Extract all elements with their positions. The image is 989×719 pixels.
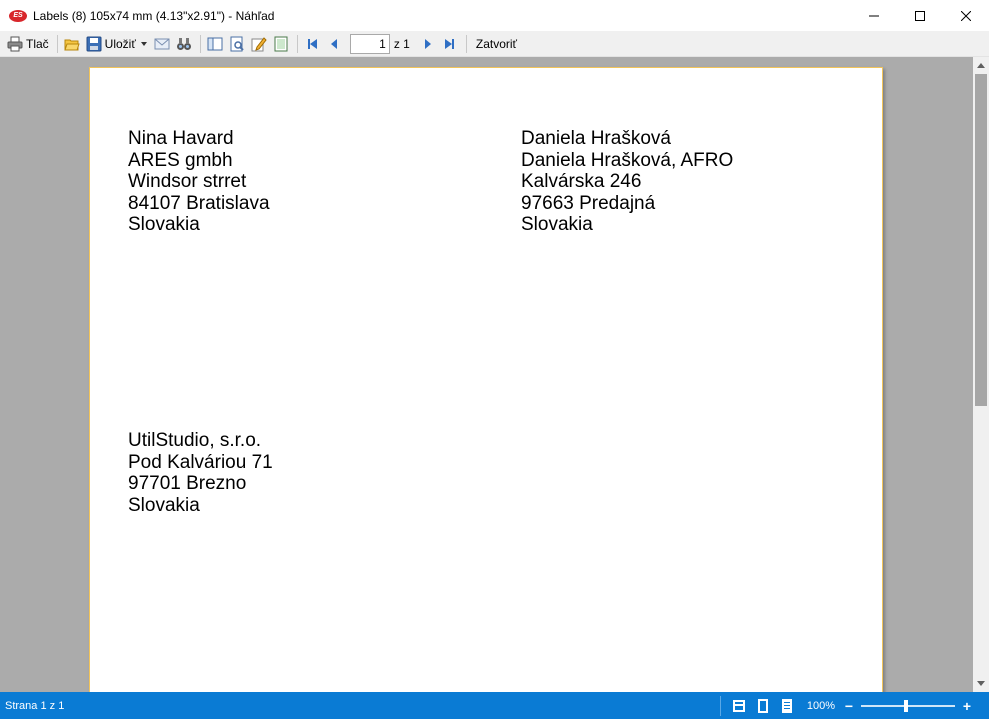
- previous-page-button[interactable]: [324, 33, 344, 55]
- zoom-slider[interactable]: [861, 698, 955, 714]
- chevron-up-icon: [977, 63, 985, 68]
- multi-page-view-icon[interactable]: [731, 698, 747, 714]
- chevron-left-icon: [330, 38, 337, 49]
- status-bar: Strana 1 z 1 100% − +: [0, 692, 989, 719]
- print-button[interactable]: Tlač: [5, 33, 51, 55]
- label-line: Daniela Hrašková, AFRO: [521, 149, 734, 171]
- edit-button[interactable]: [249, 33, 269, 55]
- toolbar-separator: [199, 34, 201, 53]
- window-title: Labels (8) 105x74 mm (4.13"x2.91") - Náh…: [33, 8, 275, 23]
- close-preview-label: Zatvoriť: [475, 36, 518, 51]
- label-line: UtilStudio, s.r.o.: [128, 430, 262, 451]
- label-line: 97663 Predajná: [521, 192, 656, 214]
- save-button[interactable]: Uložiť: [84, 33, 150, 55]
- scrollbar-thumb[interactable]: [975, 74, 987, 406]
- email-button[interactable]: [152, 33, 172, 55]
- address-label: Nina Havard ARES gmbh Windsor strret 841…: [128, 128, 270, 236]
- binoculars-icon: [176, 37, 191, 50]
- toolbar-separator: [296, 34, 298, 53]
- vertical-scrollbar[interactable]: [973, 57, 989, 692]
- printer-icon: [7, 36, 23, 51]
- address-label: UtilStudio, s.r.o. Pod Kalváriou 71 9770…: [128, 430, 273, 516]
- label-line: Nina Havard: [128, 128, 234, 149]
- minimize-button[interactable]: [851, 0, 897, 31]
- status-controls: 100% − +: [714, 692, 989, 719]
- toolbar-separator: [56, 34, 58, 53]
- label-line: 97701 Brezno: [128, 473, 247, 494]
- preview-area[interactable]: Nina Havard ARES gmbh Windsor strret 841…: [0, 57, 973, 692]
- envelope-icon: [154, 38, 170, 49]
- single-page-view-icon[interactable]: [755, 698, 771, 714]
- toolbar-separator: [465, 34, 467, 53]
- page-watermark-icon: [274, 36, 288, 51]
- zoom-slider-track: [861, 704, 955, 707]
- chevron-right-icon: [424, 38, 431, 49]
- label-line: Windsor strret: [128, 171, 247, 192]
- label-line: Pod Kalváriou 71: [128, 451, 273, 473]
- skip-to-first-icon: [307, 38, 317, 49]
- zoom-in-button[interactable]: +: [959, 698, 975, 714]
- maximize-button[interactable]: [897, 0, 943, 31]
- label-page: Nina Havard ARES gmbh Windsor strret 841…: [89, 67, 883, 692]
- window-controls: [851, 0, 989, 31]
- close-window-button[interactable]: [943, 0, 989, 31]
- zoom-level: 100%: [806, 699, 835, 712]
- label-line: ARES gmbh: [128, 149, 233, 171]
- label-line: Daniela Hrašková: [521, 128, 671, 149]
- label-line: Kalvárska 246: [521, 171, 642, 192]
- print-label: Tlač: [26, 36, 49, 51]
- close-preview-button[interactable]: Zatvoriť: [471, 33, 519, 55]
- close-icon: [961, 10, 971, 21]
- chevron-down-icon[interactable]: [140, 40, 148, 48]
- label-line: Slovakia: [128, 494, 200, 516]
- title-bar: ES Labels (8) 105x74 mm (4.13"x2.91") - …: [0, 0, 989, 31]
- page-status-text: Strana 1 z 1: [5, 699, 65, 712]
- app-logo-icon: ES: [9, 9, 27, 22]
- page-setup-button[interactable]: [227, 33, 247, 55]
- label-line: Slovakia: [128, 214, 200, 235]
- chevron-down-icon: [977, 681, 985, 686]
- label-line: 84107 Bratislava: [128, 192, 270, 214]
- zoom-slider-handle[interactable]: [904, 699, 908, 712]
- outline-panel-icon: [207, 37, 223, 50]
- maximize-icon: [915, 10, 925, 21]
- page-count-label: z 1: [393, 36, 410, 51]
- outline-button[interactable]: [205, 33, 225, 55]
- skip-to-last-icon: [444, 38, 454, 49]
- page-number-input[interactable]: [349, 33, 390, 54]
- scroll-up-button[interactable]: [973, 57, 989, 73]
- minimize-icon: [869, 15, 879, 16]
- floppy-disk-icon: [86, 36, 102, 51]
- last-page-button[interactable]: [440, 33, 460, 55]
- watermark-button[interactable]: [271, 33, 291, 55]
- status-separator: [719, 695, 721, 716]
- pencil-icon: [251, 36, 267, 51]
- address-label: Daniela Hrašková Daniela Hrašková, AFRO …: [521, 128, 733, 236]
- page-settings-icon: [230, 36, 244, 51]
- folder-open-icon: [63, 39, 80, 50]
- next-page-button[interactable]: [418, 33, 438, 55]
- zoom-out-button[interactable]: −: [841, 698, 857, 714]
- scroll-down-button[interactable]: [973, 676, 989, 692]
- open-button[interactable]: [62, 33, 82, 55]
- continuous-view-icon[interactable]: [779, 698, 795, 714]
- label-line: Slovakia: [521, 214, 593, 235]
- preview-toolbar: Tlač Uložiť 1 z 1 Zatvoriť: [0, 31, 989, 57]
- find-button[interactable]: [174, 33, 194, 55]
- save-label: Uložiť: [104, 36, 136, 51]
- first-page-button[interactable]: [302, 33, 322, 55]
